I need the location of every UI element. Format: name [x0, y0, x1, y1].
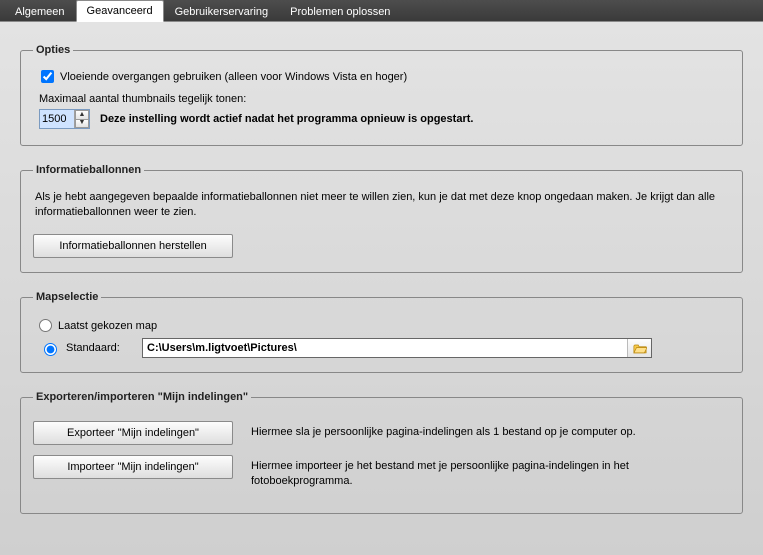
smooth-transitions-label: Vloeiende overgangen gebruiken (alleen v… — [60, 71, 407, 83]
import-layouts-button[interactable]: Importeer "Mijn indelingen" — [33, 455, 233, 479]
spinner-buttons: ▲ ▼ — [74, 110, 89, 128]
folder-default-label: Standaard: — [66, 342, 136, 354]
max-thumbnails-note: Deze instelling wordt actief nadat het p… — [100, 113, 473, 125]
group-export-import-legend: Exporteren/importeren "Mijn indelingen" — [33, 391, 251, 403]
tab-bar: Algemeen Geavanceerd Gebruikerservaring … — [0, 0, 763, 22]
import-layouts-desc: Hiermee importeer je het bestand met je … — [251, 455, 730, 489]
group-folder-selection: Mapselectie Laatst gekozen map Standaard… — [20, 291, 743, 373]
info-balloons-text: Als je hebt aangegeven bepaalde informat… — [35, 190, 728, 220]
tab-troubleshoot[interactable]: Problemen oplossen — [279, 1, 401, 22]
group-info-balloons: Informatieballonnen Als je hebt aangegev… — [20, 164, 743, 273]
tab-advanced[interactable]: Geavanceerd — [76, 0, 164, 22]
folder-path-field-wrap — [142, 338, 652, 358]
max-thumbnails-spinner[interactable]: ▲ ▼ — [39, 109, 90, 129]
group-folder-selection-legend: Mapselectie — [33, 291, 101, 303]
max-thumbnails-label: Maximaal aantal thumbnails tegelijk tone… — [39, 93, 730, 105]
group-info-balloons-legend: Informatieballonnen — [33, 164, 144, 176]
group-options-legend: Opties — [33, 44, 73, 56]
group-options: Opties Vloeiende overgangen gebruiken (a… — [20, 44, 743, 146]
folder-icon — [633, 343, 647, 354]
export-layouts-button[interactable]: Exporteer "Mijn indelingen" — [33, 421, 233, 445]
browse-folder-button[interactable] — [627, 339, 651, 357]
page-content: Opties Vloeiende overgangen gebruiken (a… — [0, 22, 763, 542]
spinner-up-button[interactable]: ▲ — [75, 110, 89, 119]
folder-last-chosen-radio[interactable] — [39, 319, 52, 332]
max-thumbnails-input[interactable] — [40, 110, 74, 128]
folder-last-chosen-label: Laatst gekozen map — [58, 320, 157, 332]
restore-info-balloons-button[interactable]: Informatieballonnen herstellen — [33, 234, 233, 258]
smooth-transitions-checkbox[interactable] — [41, 70, 54, 83]
spinner-down-button[interactable]: ▼ — [75, 119, 89, 129]
tab-general[interactable]: Algemeen — [4, 1, 76, 22]
tab-ux[interactable]: Gebruikerservaring — [164, 1, 280, 22]
folder-path-input[interactable] — [143, 339, 627, 357]
folder-default-radio[interactable] — [44, 343, 57, 356]
export-layouts-desc: Hiermee sla je persoonlijke pagina-indel… — [251, 421, 730, 440]
group-export-import: Exporteren/importeren "Mijn indelingen" … — [20, 391, 743, 514]
